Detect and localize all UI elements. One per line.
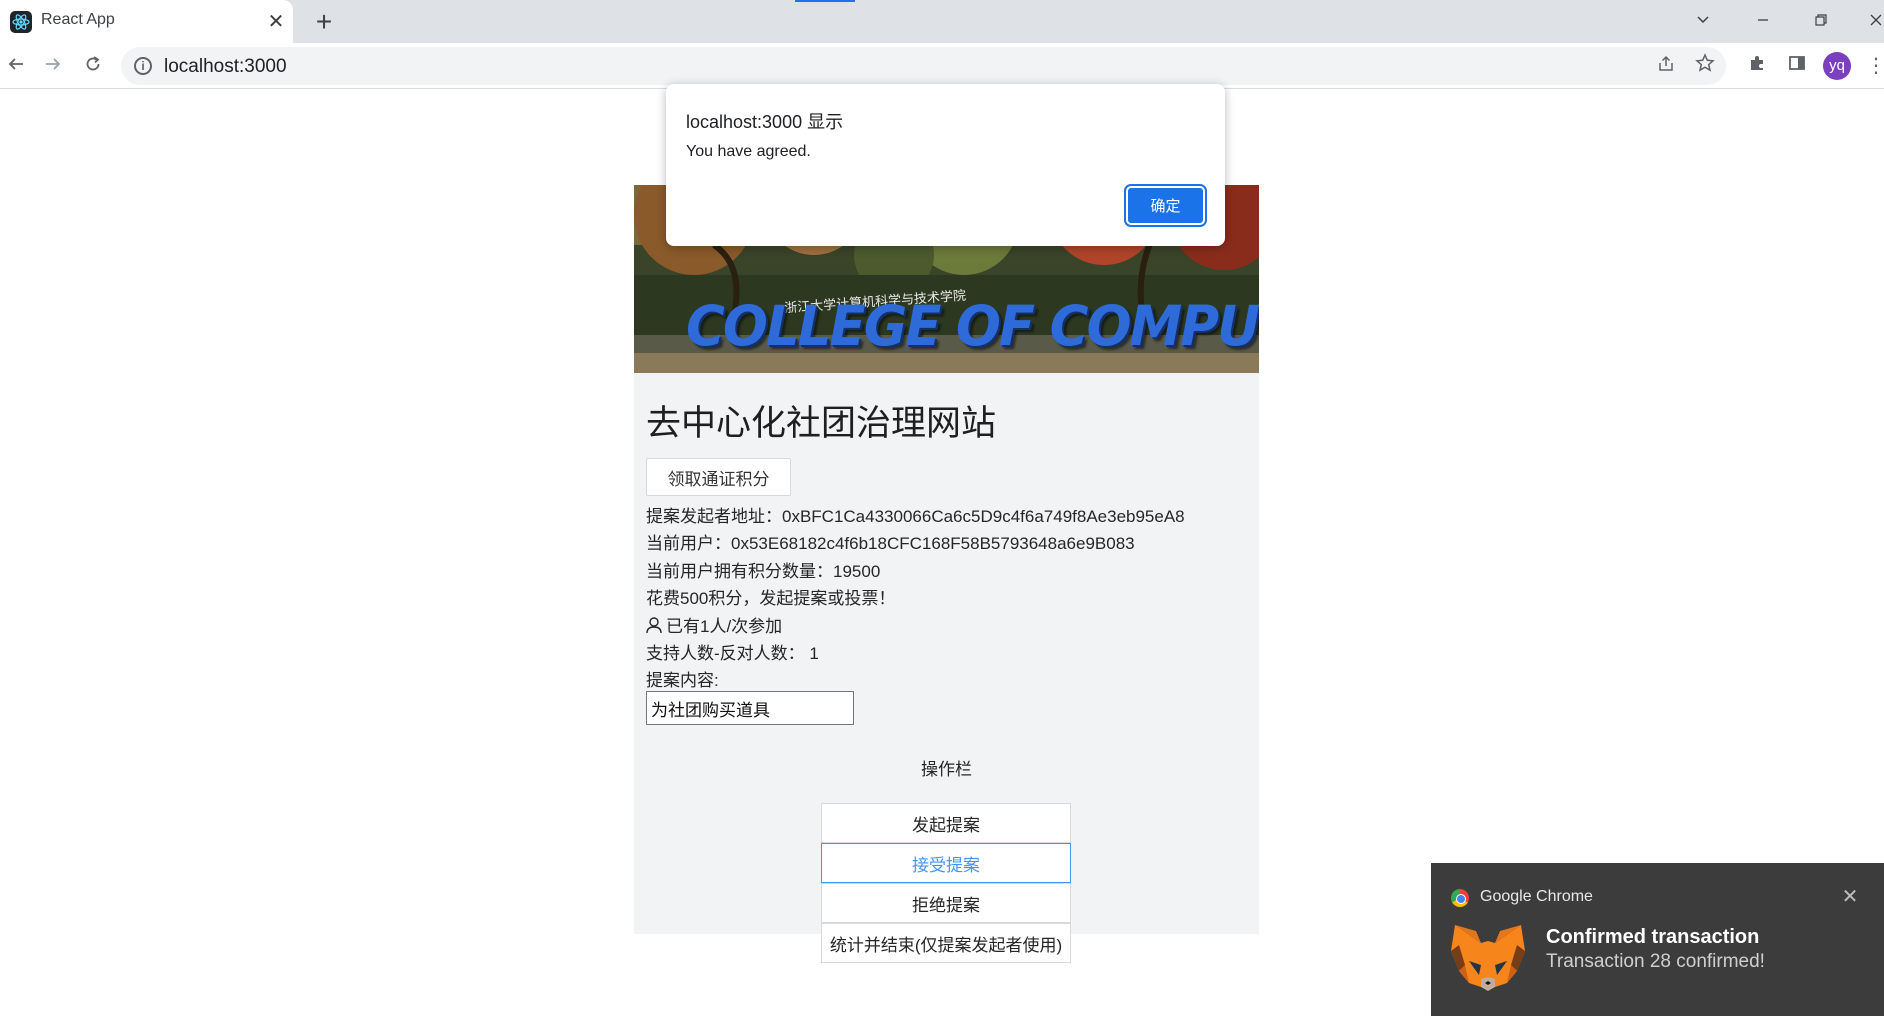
site-info-icon[interactable]: i [134,57,152,75]
notification-title: Confirmed transaction [1546,926,1760,948]
alert-message: You have agreed. [686,143,811,160]
operations-title: 操作栏 [921,760,972,779]
notification-app-name: Google Chrome [1480,888,1593,905]
alert-title: localhost:3000 显示 [686,112,844,132]
more-menu-icon[interactable]: ⋮ [1860,50,1884,82]
back-icon[interactable] [0,50,32,82]
reload-icon[interactable] [77,50,109,82]
browser-toolbar: i localhost:3000 yq ⋮ [0,43,1884,89]
proposal-content-label: 提案内容: [646,671,719,690]
reject-proposal-button[interactable]: 拒绝提案 [821,883,1071,923]
side-panel-icon[interactable] [1781,50,1813,82]
claim-points-button[interactable]: 领取通证积分 [646,458,791,496]
profile-avatar[interactable]: yq [1823,52,1851,80]
forward-icon[interactable] [37,50,69,82]
metamask-fox-icon [1449,921,1527,1000]
page-title: 去中心化社团治理网站 [646,404,997,443]
tab-react-app[interactable]: React App ✕ [0,0,293,43]
user-points: 当前用户拥有积分数量：19500 [646,562,881,581]
user-icon [646,617,662,639]
chrome-notification[interactable]: Google Chrome ✕ Confirmed transaction Tr… [1431,863,1884,1016]
notification-close-icon[interactable]: ✕ [1836,883,1864,911]
alert-ok-button[interactable]: 确定 [1124,184,1207,227]
tab-title: React App [41,11,115,28]
close-tab-icon[interactable]: ✕ [264,10,288,34]
share-icon[interactable] [1652,53,1680,81]
chevron-down-icon[interactable] [1688,6,1718,36]
accept-proposal-button[interactable]: 接受提案 [821,843,1071,883]
loading-indicator [795,0,855,2]
banner-text: COLLEGE OF COMPUTER SCIENCE [686,294,1259,359]
close-window-icon[interactable] [1861,6,1884,36]
proposer-address: 提案发起者地址：0xBFC1Ca4330066Ca6c5D9c4f6a749f8… [646,507,1185,526]
vote-balance: 支持人数-反对人数： 1 [646,644,819,663]
tab-strip: React App ✕ + [0,0,1884,43]
finish-proposal-button[interactable]: 统计并结束(仅提案发起者使用) [821,923,1071,963]
minimize-icon[interactable] [1748,6,1778,36]
proposal-content-input[interactable] [646,691,854,725]
create-proposal-button[interactable]: 发起提案 [821,803,1071,843]
extensions-icon[interactable] [1741,50,1773,82]
bookmark-star-icon[interactable] [1691,53,1719,81]
participant-count: 已有1人/次参加 [646,612,782,639]
address-bar[interactable]: i localhost:3000 [121,47,1726,85]
restore-icon[interactable] [1806,6,1836,36]
notification-body: Transaction 28 confirmed! [1546,951,1765,972]
react-logo-icon [10,11,32,33]
chrome-icon [1451,889,1469,907]
app-container: 浙江大学计算机科学与技术学院 COLLEGE OF COMPUTER SCIEN… [634,185,1259,963]
new-tab-icon[interactable]: + [309,7,339,37]
current-user-address: 当前用户：0x53E68182c4f6b18CFC168F58B5793648a… [646,534,1135,553]
cost-notice: 花费500积分，发起提案或投票！ [646,589,896,608]
participant-count-text: 已有1人/次参加 [666,617,783,636]
alert-dialog: localhost:3000 显示 You have agreed. 确定 [666,84,1225,246]
url-text[interactable]: localhost:3000 [164,56,287,78]
